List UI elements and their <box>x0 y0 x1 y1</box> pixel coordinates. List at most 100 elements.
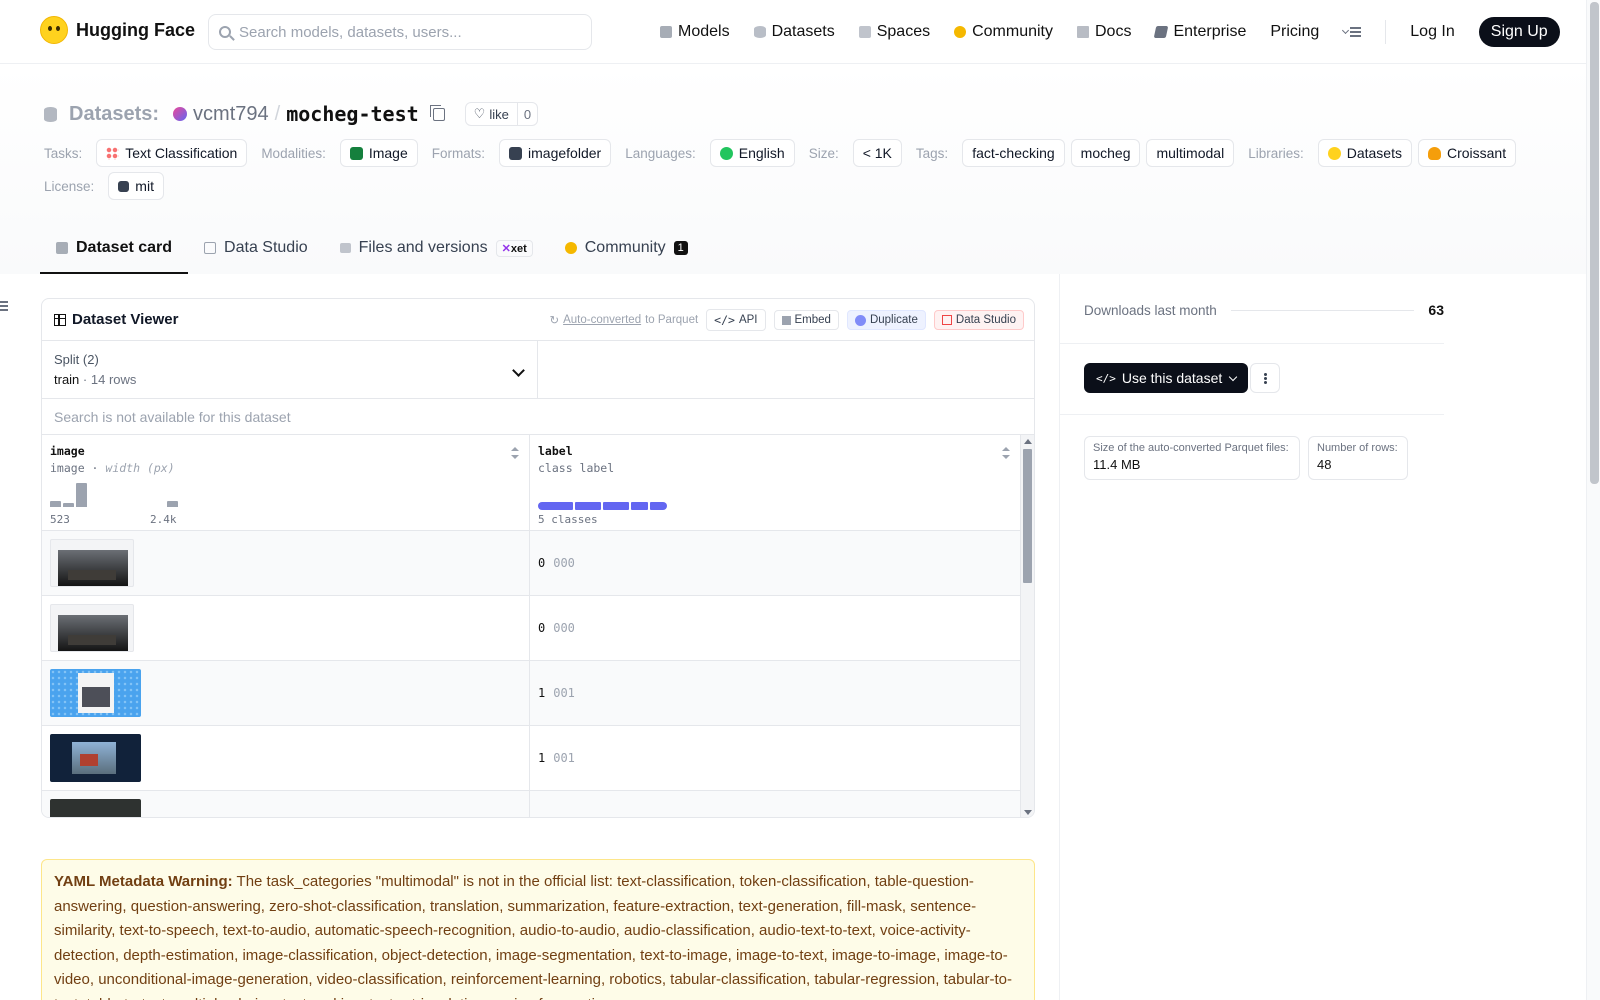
table-row[interactable]: 1 001 <box>42 661 1034 726</box>
dataset-icon <box>44 106 57 122</box>
docs-icon <box>1077 26 1089 38</box>
community-count: 1 <box>673 241 688 255</box>
nav-pricing[interactable]: Pricing <box>1270 23 1319 41</box>
owner-link[interactable]: vcmt794 <box>193 103 269 126</box>
auto-converted-link[interactable]: ↻ Auto-converted to Parquet <box>549 313 698 327</box>
search-unavailable: Search is not available for this dataset <box>42 399 1034 435</box>
use-dataset-button[interactable]: </> Use this dataset <box>1084 363 1249 393</box>
community-icon <box>954 26 967 38</box>
row-count-stat: Number of rows: 48 <box>1308 436 1408 480</box>
copy-icon[interactable] <box>429 104 445 121</box>
split-selector[interactable]: Split (2) train · 14 rows <box>42 341 538 398</box>
image-thumbnail[interactable] <box>50 734 141 782</box>
histogram-bar[interactable] <box>167 501 178 507</box>
class-segment[interactable] <box>631 502 648 510</box>
nav-models[interactable]: Models <box>660 23 730 41</box>
signup-button[interactable]: Sign Up <box>1478 17 1560 47</box>
like-button[interactable]: ♡ like 0 <box>464 102 539 126</box>
more-menu-icon[interactable] <box>1343 26 1362 38</box>
tab-data-studio[interactable]: Data Studio <box>188 224 324 272</box>
format-tag[interactable]: imagefolder <box>499 139 612 167</box>
path-separator: / <box>274 102 281 125</box>
downloads-stat: Downloads last month 63 <box>1084 302 1444 318</box>
tag-multimodal[interactable]: multimodal <box>1146 139 1235 167</box>
class-segment[interactable] <box>538 502 573 510</box>
embed-button[interactable]: Embed <box>773 310 839 330</box>
image-thumbnail[interactable] <box>50 539 134 587</box>
login-link[interactable]: Log In <box>1410 23 1454 41</box>
histogram-bar[interactable] <box>63 503 74 507</box>
nav-divider <box>1385 20 1387 44</box>
license-tag[interactable]: mit <box>108 172 164 200</box>
warning-text: The task_categories "multimodal" is not … <box>54 873 1012 1000</box>
text-classification-icon <box>106 146 120 160</box>
image-thumbnail[interactable] <box>50 604 134 652</box>
downloads-sparkline <box>1230 309 1415 311</box>
api-button[interactable]: </> API <box>706 309 766 331</box>
image-icon <box>349 146 363 160</box>
column-header-label[interactable]: label class label 5 classes <box>530 435 1034 530</box>
library-datasets[interactable]: Datasets <box>1317 139 1412 167</box>
repo-tabs: Dataset card Data Studio Files and versi… <box>40 224 704 274</box>
tab-files[interactable]: Files and versions ✕xet <box>324 224 549 272</box>
top-nav: Hugging Face Models Datasets Spaces Comm… <box>0 0 1586 64</box>
column-header-image[interactable]: image image · width (px) 523 2.4k <box>42 435 530 530</box>
search-input[interactable] <box>239 23 559 41</box>
page-scrollbar[interactable] <box>1586 0 1600 1000</box>
image-thumbnail[interactable] <box>50 669 141 717</box>
nav-enterprise[interactable]: Enterprise <box>1154 23 1246 41</box>
nav-datasets[interactable]: Datasets <box>753 23 835 41</box>
modality-tag[interactable]: Image <box>339 139 418 167</box>
table-row[interactable]: 0 000 <box>42 596 1034 661</box>
sort-icon[interactable] <box>1002 447 1010 459</box>
class-segment[interactable] <box>575 502 601 510</box>
grid-icon <box>54 313 66 326</box>
repo-header: Datasets: vcmt794 / mocheg-test ♡ like 0 … <box>0 64 1586 274</box>
table-scrollbar[interactable] <box>1020 435 1034 817</box>
scroll-up-icon[interactable] <box>1024 439 1032 444</box>
class-segment[interactable] <box>650 502 667 510</box>
scroll-down-icon[interactable] <box>1024 810 1032 815</box>
toc-toggle-icon[interactable] <box>0 300 10 312</box>
search-box[interactable] <box>208 14 592 50</box>
warning-title: YAML Metadata Warning: <box>54 873 233 890</box>
hist-max: 2.4k <box>150 513 177 526</box>
code-icon: </> <box>714 313 735 327</box>
downloads-count: 63 <box>1428 302 1444 318</box>
histogram-bar[interactable] <box>76 483 87 507</box>
sort-icon[interactable] <box>511 447 519 459</box>
table-row[interactable]: 1 001 <box>42 726 1034 791</box>
nav-community[interactable]: Community <box>954 23 1053 41</box>
duplicate-button[interactable]: Duplicate <box>846 310 926 330</box>
histogram-bar[interactable] <box>50 501 61 507</box>
column-divider <box>1059 274 1060 1000</box>
duplicate-icon <box>854 314 866 326</box>
table-row[interactable]: 0 000 <box>42 531 1034 596</box>
tab-community[interactable]: Community 1 <box>549 224 704 272</box>
heart-icon: ♡ <box>473 106 486 121</box>
globe-icon <box>719 146 733 160</box>
section-label[interactable]: Datasets: <box>69 103 159 126</box>
search-icon <box>219 26 231 38</box>
logo[interactable]: Hugging Face <box>40 16 195 44</box>
xet-badge: ✕xet <box>495 239 533 257</box>
chevron-down-icon <box>1229 372 1238 381</box>
task-tag[interactable]: Text Classification <box>96 139 248 167</box>
nav-docs[interactable]: Docs <box>1077 23 1131 41</box>
size-tag[interactable]: < 1K <box>852 139 902 167</box>
tag-mocheg[interactable]: mocheg <box>1070 139 1141 167</box>
license-row: License: mit <box>44 172 178 200</box>
language-tag[interactable]: English <box>709 139 795 167</box>
class-segment[interactable] <box>603 502 629 510</box>
library-croissant[interactable]: Croissant <box>1417 139 1517 167</box>
more-options-button[interactable] <box>1250 363 1280 393</box>
table-row[interactable] <box>42 791 1034 817</box>
nav-spaces[interactable]: Spaces <box>858 23 930 41</box>
repo-name[interactable]: mocheg-test <box>286 102 418 126</box>
data-studio-button[interactable]: Data Studio <box>933 310 1024 330</box>
tag-fact-checking[interactable]: fact-checking <box>962 139 1065 167</box>
class-distribution-bar <box>538 502 667 510</box>
tab-dataset-card[interactable]: Dataset card <box>40 224 189 274</box>
image-thumbnail[interactable] <box>50 799 141 817</box>
croissant-icon <box>1427 146 1441 160</box>
